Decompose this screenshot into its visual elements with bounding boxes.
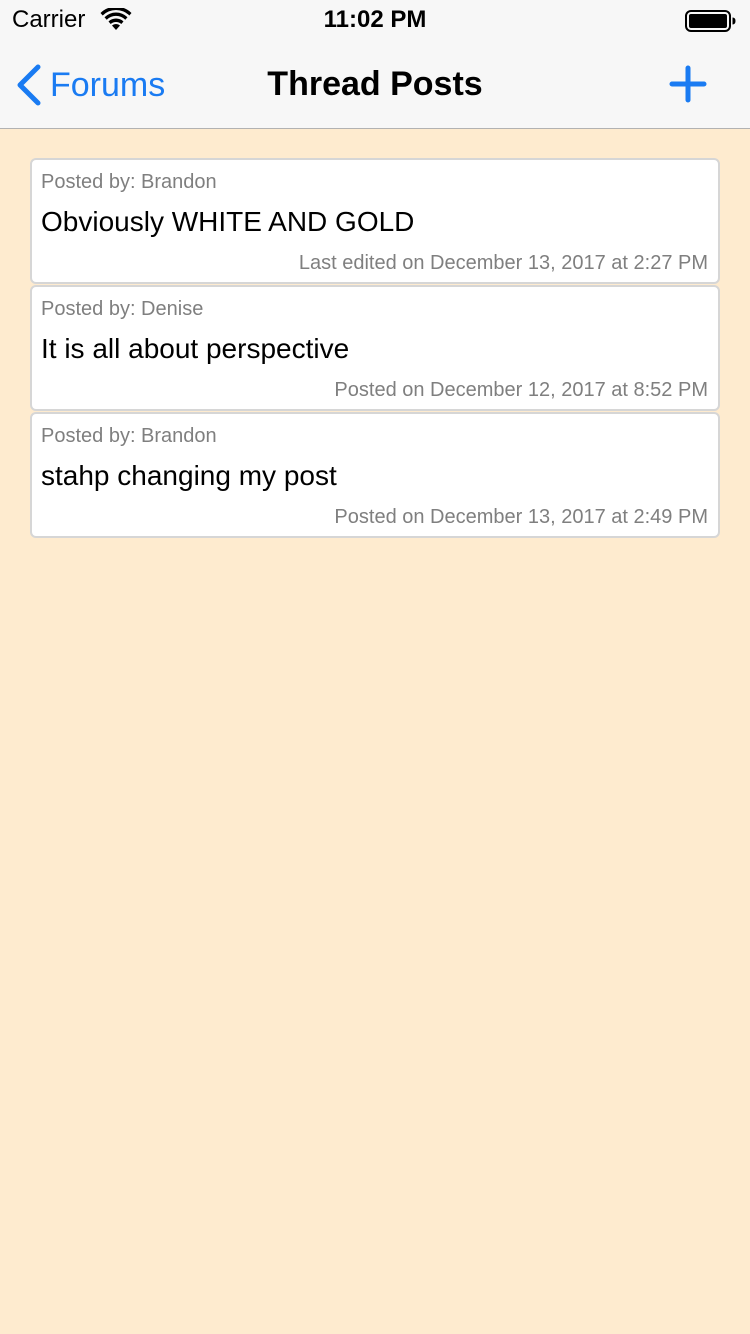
battery-icon: [685, 10, 736, 32]
clock: 11:02 PM: [323, 6, 427, 33]
status-bar: Carrier 11:02 PM: [0, 0, 750, 40]
post-timestamp: Posted on December 12, 2017 at 8:52 PM: [334, 379, 708, 401]
post-body: Obviously WHITE AND GOLD: [41, 206, 415, 237]
post-card[interactable]: Posted by: Brandon Obviously WHITE AND G…: [30, 158, 720, 284]
page-title: Thread Posts: [267, 65, 483, 103]
post-author: Posted by: Brandon: [41, 425, 217, 447]
post-list[interactable]: Posted by: Brandon Obviously WHITE AND G…: [30, 158, 720, 539]
post-timestamp: Last edited on December 13, 2017 at 2:27…: [298, 252, 708, 274]
post-author: Posted by: Brandon: [41, 171, 217, 193]
post-card[interactable]: Posted by: Brandon stahp changing my pos…: [30, 412, 720, 538]
post-card[interactable]: Posted by: Denise It is all about perspe…: [30, 285, 720, 411]
post-timestamp: Posted on December 13, 2017 at 2:49 PM: [334, 506, 708, 528]
post-author: Posted by: Denise: [41, 298, 204, 320]
post-body: stahp changing my post: [41, 460, 337, 491]
thread-content: Posted by: Brandon Obviously WHITE AND G…: [0, 129, 750, 1334]
post-body: It is all about perspective: [41, 333, 350, 364]
add-post-button[interactable]: [668, 64, 708, 104]
navigation-bar: Forums Thread Posts: [0, 40, 750, 129]
plus-icon: [669, 65, 707, 103]
